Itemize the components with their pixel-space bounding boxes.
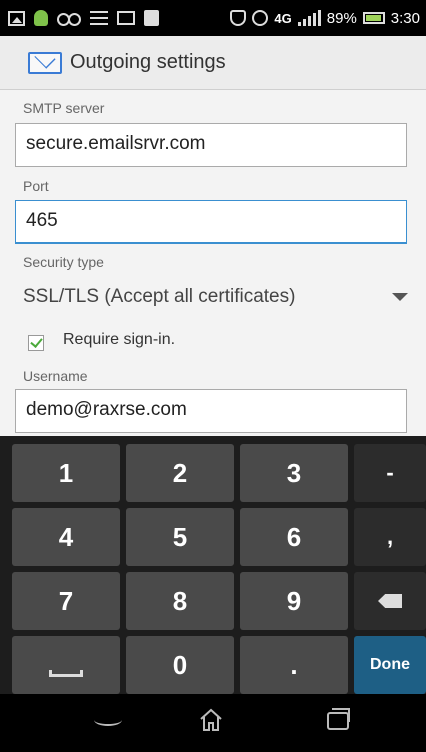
port-field[interactable]: 465 xyxy=(15,200,407,244)
android-icon xyxy=(34,10,48,26)
clock-icon xyxy=(252,10,269,26)
key-8[interactable]: 8 xyxy=(126,572,234,630)
navigation-bar xyxy=(0,694,426,752)
smtp-server-field[interactable]: secure.emailsrvr.com xyxy=(15,123,407,167)
username-field[interactable]: demo@raxrse.com xyxy=(15,389,407,433)
recent-apps-icon[interactable] xyxy=(327,708,350,730)
username-label: Username xyxy=(23,368,88,384)
key-0[interactable]: 0 xyxy=(126,636,234,694)
battery-icon xyxy=(362,12,385,24)
page-title: Outgoing settings xyxy=(70,51,226,73)
key-9[interactable]: 9 xyxy=(240,572,348,630)
key-5[interactable]: 5 xyxy=(126,508,234,566)
require-signin-label[interactable]: Require sign-in. xyxy=(63,331,175,349)
mail-icon xyxy=(117,11,135,25)
backspace-icon xyxy=(378,594,402,608)
key-3[interactable]: 3 xyxy=(240,444,348,502)
space-key[interactable] xyxy=(12,636,120,694)
done-key[interactable]: Done xyxy=(354,636,426,694)
require-signin-checkbox[interactable] xyxy=(28,335,44,351)
key-comma[interactable]: , xyxy=(354,508,426,566)
key-period[interactable]: . xyxy=(240,636,348,694)
envelope-icon[interactable] xyxy=(28,51,62,74)
voicemail-icon xyxy=(57,13,81,26)
key-4[interactable]: 4 xyxy=(12,508,120,566)
key-2[interactable]: 2 xyxy=(126,444,234,502)
shopping-bag-icon xyxy=(144,10,159,26)
shield-icon xyxy=(230,10,247,26)
battery-percent: 89% xyxy=(326,9,357,27)
back-icon[interactable] xyxy=(94,712,124,726)
notification-icons xyxy=(0,10,159,26)
menu-lines-icon xyxy=(90,11,108,25)
key-1[interactable]: 1 xyxy=(12,444,120,502)
signal-icon xyxy=(297,10,321,26)
key-6[interactable]: 6 xyxy=(240,508,348,566)
security-type-select[interactable]: SSL/TLS (Accept all certificates) xyxy=(15,279,420,315)
key-7[interactable]: 7 xyxy=(12,572,120,630)
status-time: 3:30 xyxy=(390,9,420,27)
key-dash[interactable]: - xyxy=(354,444,426,502)
backspace-key[interactable] xyxy=(354,572,426,630)
status-bar: 4G 89% 3:30 xyxy=(0,0,426,36)
screen: 4G 89% 3:30 Outgoing settings SMTP serve… xyxy=(0,0,426,752)
numeric-keyboard: 1 2 3 - 4 5 6 , 7 8 9 0 . Done xyxy=(0,436,426,694)
security-type-label: Security type xyxy=(23,254,104,270)
dropdown-caret-icon xyxy=(392,293,408,301)
smtp-server-label: SMTP server xyxy=(23,100,105,116)
picture-icon xyxy=(8,10,25,26)
home-icon[interactable] xyxy=(199,708,223,732)
system-icons: 4G 89% 3:30 xyxy=(230,10,426,27)
security-type-value: SSL/TLS (Accept all certificates) xyxy=(23,286,296,307)
action-bar: Outgoing settings xyxy=(0,36,426,90)
antenna-icon: 4G xyxy=(274,10,292,26)
space-bar-icon xyxy=(49,669,83,677)
port-label: Port xyxy=(23,178,49,194)
